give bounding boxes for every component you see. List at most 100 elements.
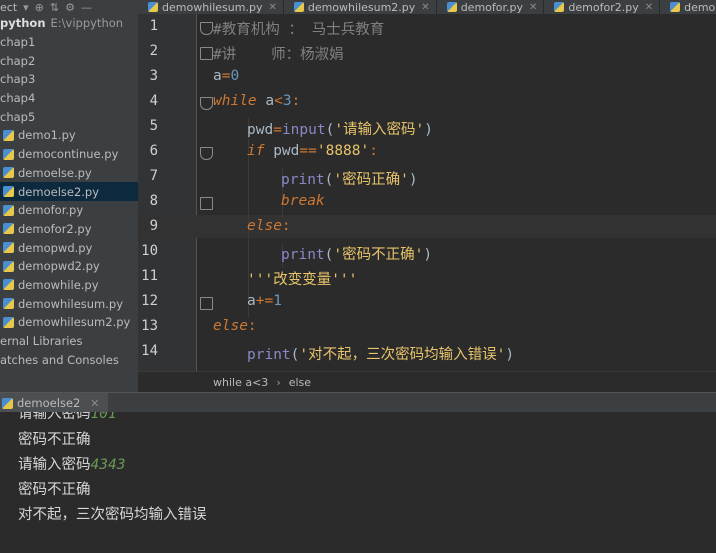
number: 0 [230, 68, 240, 84]
builtin: print [281, 172, 325, 188]
code-editor[interactable]: 1 2 3 4 5 6 7 8 9 10 11 12 13 14 #教育机构 ：… [138, 14, 716, 371]
builtin: print [281, 247, 325, 263]
line-number: 6 [149, 143, 158, 159]
top-toolbar: ect ▾ ⊕ ⇅ ⚙ — demowhilesum.py ✕ demowhile… [0, 0, 716, 15]
python-file-icon [554, 2, 565, 12]
code-line-3: a=0 [213, 68, 239, 84]
sidebar-item-label: chap3 [0, 72, 36, 87]
sidebar-item-demoelse2[interactable]: demoelse2.py [0, 182, 138, 201]
sidebar-item-demoelse[interactable]: demoelse.py [0, 164, 138, 183]
tab-demowhilesum[interactable]: demowhilesum.py ✕ [138, 0, 284, 14]
fold-marker-icon[interactable] [200, 47, 213, 60]
python-file-icon [3, 242, 14, 254]
hide-icon[interactable]: — [81, 1, 92, 14]
close-icon[interactable]: ✕ [645, 2, 653, 13]
sidebar-item-chap3[interactable]: chap3 [0, 70, 138, 89]
console-text: 对不起，三次密码均输入错误 [18, 507, 207, 523]
python-file-icon [3, 186, 14, 198]
colon: : [291, 93, 301, 109]
identifier: a [256, 93, 275, 109]
tab-label: demofor.py [460, 0, 523, 14]
breadcrumb-separator: › [276, 376, 281, 389]
close-icon[interactable]: ✕ [529, 2, 537, 13]
project-toolbar: ect ▾ ⊕ ⇅ ⚙ — [0, 0, 138, 14]
code-line-2: #讲 师：杨淑娟 [213, 47, 344, 63]
sidebar-item-demowhilesum2[interactable]: demowhilesum2.py [0, 313, 138, 332]
tab-demofor[interactable]: demofor.py ✕ [437, 0, 545, 14]
fold-marker-icon[interactable] [200, 197, 213, 210]
code-line-5: pwd=input('请输入密码') [247, 118, 433, 139]
sidebar-item-scratches[interactable]: atches and Consoles [0, 350, 138, 369]
sidebar-item-label: chap2 [0, 53, 36, 68]
sidebar-item-demo1[interactable]: demo1.py [0, 126, 138, 145]
sidebar-item-demofor[interactable]: demofor.py [0, 201, 138, 220]
line-number: 13 [141, 318, 158, 334]
sidebar-item-chap5[interactable]: chap5 [0, 107, 138, 126]
collapse-icon[interactable]: ⇅ [50, 1, 59, 14]
target-icon[interactable]: ⊕ [35, 1, 44, 14]
close-icon[interactable]: ✕ [421, 2, 429, 13]
string: '密码正确' [333, 172, 409, 188]
sidebar-item-demofor2[interactable]: demofor2.py [0, 220, 138, 239]
sidebar-item-label: atches and Consoles [0, 352, 119, 367]
project-label[interactable]: ect [0, 1, 17, 14]
line-number: 12 [141, 293, 158, 309]
sidebar-item-label: demowhilesum.py [18, 296, 124, 311]
sidebar-item-chap2[interactable]: chap2 [0, 51, 138, 70]
keyword: else [213, 318, 248, 334]
fold-marker-icon[interactable] [200, 97, 213, 110]
close-icon[interactable]: ✕ [90, 397, 99, 410]
sidebar-item-democontinue[interactable]: democontinue.py [0, 145, 138, 164]
keyword: if [247, 143, 265, 159]
breadcrumb-item-else[interactable]: else [289, 376, 311, 389]
tab-demopwd[interactable]: demopw [660, 0, 716, 14]
close-icon[interactable]: ✕ [268, 2, 276, 13]
code-line-7: print('密码正确') [281, 168, 418, 189]
code-line-9: else: [247, 218, 291, 234]
python-file-icon [3, 167, 14, 179]
console-text: 请输入密码 [18, 457, 91, 473]
python-file-icon [3, 129, 14, 141]
line-number: 8 [149, 193, 158, 209]
run-tab-demoelse2[interactable]: demoelse2 ✕ [0, 393, 108, 413]
fold-marker-icon[interactable] [200, 297, 213, 310]
chevron-down-icon[interactable]: ▾ [23, 1, 29, 14]
code-line-11: '''改变变量''' [247, 272, 358, 288]
string: '8888' [316, 143, 370, 159]
tab-demofor2[interactable]: demofor2.py ✕ [544, 0, 661, 14]
line-number: 9 [149, 218, 158, 234]
console-line: 密码不正确 [18, 478, 91, 499]
sidebar-item-chap1[interactable]: chap1 [0, 33, 138, 52]
tab-demowhilesum2[interactable]: demowhilesum2.py ✕ [284, 0, 437, 14]
code-line-10: print('密码不正确') [281, 243, 432, 264]
breadcrumb-item-while[interactable]: while a<3 [213, 376, 268, 389]
console-input: 101 [90, 412, 117, 422]
sidebar-item-label: demopwd.py [18, 240, 93, 255]
console-line: 请输入密码4343 [18, 453, 125, 474]
sidebar-item-label: demowhilesum2.py [18, 315, 131, 330]
operator: += [255, 293, 274, 309]
builtin: print [247, 347, 291, 363]
run-console[interactable]: 请输入密码101 密码不正确 请输入密码4343 密码不正确 对不起，三次密码均… [0, 412, 716, 553]
sidebar-item-demopwd2[interactable]: demopwd2.py [0, 257, 138, 276]
colon: : [369, 143, 378, 159]
project-root[interactable]: python E:\vippython [0, 14, 138, 33]
python-file-icon [670, 2, 681, 12]
fold-marker-icon[interactable] [200, 147, 213, 160]
run-tabbar: demoelse2 ✕ [0, 392, 716, 414]
colon: : [281, 218, 291, 234]
sidebar-item-chap4[interactable]: chap4 [0, 89, 138, 108]
operator: < [274, 93, 283, 109]
builtin: input [281, 122, 326, 138]
fold-marker-icon[interactable] [200, 22, 213, 35]
line-number: 7 [149, 168, 158, 184]
sidebar-item-demopwd[interactable]: demopwd.py [0, 238, 138, 257]
sidebar-item-demowhilesum[interactable]: demowhilesum.py [0, 294, 138, 313]
line-number: 3 [149, 68, 158, 84]
string: '请输入密码' [334, 122, 425, 138]
sidebar-item-demowhile[interactable]: demowhile.py [0, 276, 138, 295]
sidebar-item-label: demoelse.py [18, 165, 92, 180]
sidebar-item-external-libraries[interactable]: ernal Libraries [0, 332, 138, 351]
gear-icon[interactable]: ⚙ [65, 1, 75, 14]
sidebar-item-label: chap1 [0, 35, 36, 50]
